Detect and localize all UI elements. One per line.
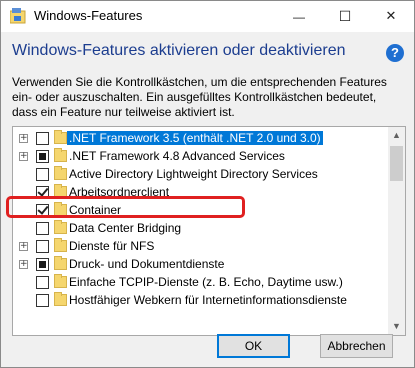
feature-checkbox[interactable] (36, 294, 49, 307)
title-bar: Windows-Features — ☐ ✕ (1, 1, 414, 32)
scroll-up-icon[interactable]: ▲ (388, 127, 405, 144)
close-button[interactable]: ✕ (368, 1, 414, 32)
folder-icon (54, 292, 67, 306)
feature-label[interactable]: Einfache TCPIP-Dienste (z. B. Echo, Dayt… (69, 275, 343, 289)
folder-icon (54, 274, 67, 288)
maximize-button[interactable]: ☐ (322, 1, 368, 32)
expand-icon[interactable]: + (19, 260, 28, 269)
feature-row[interactable]: Data Center Bridging (13, 220, 387, 237)
help-icon[interactable]: ? (386, 44, 404, 62)
close-icon: ✕ (385, 9, 397, 24)
feature-checkbox[interactable] (36, 168, 49, 181)
feature-label[interactable]: .NET Framework 4.8 Advanced Services (69, 149, 285, 163)
scroll-down-icon[interactable]: ▼ (388, 318, 405, 335)
expand-icon[interactable]: + (19, 134, 28, 143)
windows-features-dialog: Windows-Features — ☐ ✕ Windows-Features … (0, 0, 415, 368)
feature-checkbox[interactable] (36, 222, 49, 235)
folder-icon (54, 130, 67, 144)
folder-icon (54, 238, 67, 252)
feature-row[interactable]: + .NET Framework 4.8 Advanced Services (13, 148, 387, 165)
maximize-icon: ☐ (338, 8, 352, 25)
features-tree[interactable]: + .NET Framework 3.5 (enthält .NET 2.0 un… (12, 126, 406, 336)
feature-checkbox[interactable] (36, 240, 49, 253)
feature-checkbox[interactable] (36, 150, 49, 163)
feature-row[interactable]: + Dienste für NFS (13, 238, 387, 255)
expand-icon[interactable]: + (19, 242, 28, 251)
dialog-description: Verwenden Sie die Kontrollkästchen, um d… (12, 75, 387, 119)
folder-icon (54, 166, 67, 180)
ok-button[interactable]: OK (217, 334, 290, 358)
feature-row[interactable]: Hostfähiger Webkern für Internetinformat… (13, 292, 387, 309)
dialog-heading: Windows-Features aktivieren oder deaktiv… (12, 42, 346, 59)
cancel-button[interactable]: Abbrechen (320, 334, 393, 358)
feature-label[interactable]: Active Directory Lightweight Directory S… (69, 167, 318, 181)
feature-row[interactable]: Einfache TCPIP-Dienste (z. B. Echo, Dayt… (13, 274, 387, 291)
vertical-scrollbar[interactable]: ▲ ▼ (388, 127, 405, 335)
folder-icon (54, 256, 67, 270)
annotation-highlight-box (6, 196, 245, 218)
feature-label[interactable]: Data Center Bridging (69, 221, 181, 235)
feature-checkbox[interactable] (36, 132, 49, 145)
feature-checkbox[interactable] (36, 258, 49, 271)
window-title: Windows-Features (34, 8, 143, 23)
feature-row[interactable]: Active Directory Lightweight Directory S… (13, 166, 387, 183)
minimize-button[interactable]: — (276, 1, 322, 32)
feature-label[interactable]: Druck- und Dokumentdienste (69, 257, 224, 271)
folder-icon (54, 220, 67, 234)
feature-label[interactable]: Hostfähiger Webkern für Internetinformat… (69, 293, 347, 307)
scrollbar-thumb[interactable] (390, 146, 403, 181)
feature-label[interactable]: Dienste für NFS (69, 239, 154, 253)
feature-row[interactable]: + Druck- und Dokumentdienste (13, 256, 387, 273)
windows-features-app-icon (10, 8, 26, 24)
minimize-icon: — (293, 9, 305, 24)
feature-row[interactable]: + .NET Framework 3.5 (enthält .NET 2.0 un… (13, 130, 387, 147)
feature-checkbox[interactable] (36, 276, 49, 289)
expand-icon[interactable]: + (19, 152, 28, 161)
feature-label[interactable]: .NET Framework 3.5 (enthält .NET 2.0 und… (67, 131, 323, 145)
folder-icon (54, 148, 67, 162)
